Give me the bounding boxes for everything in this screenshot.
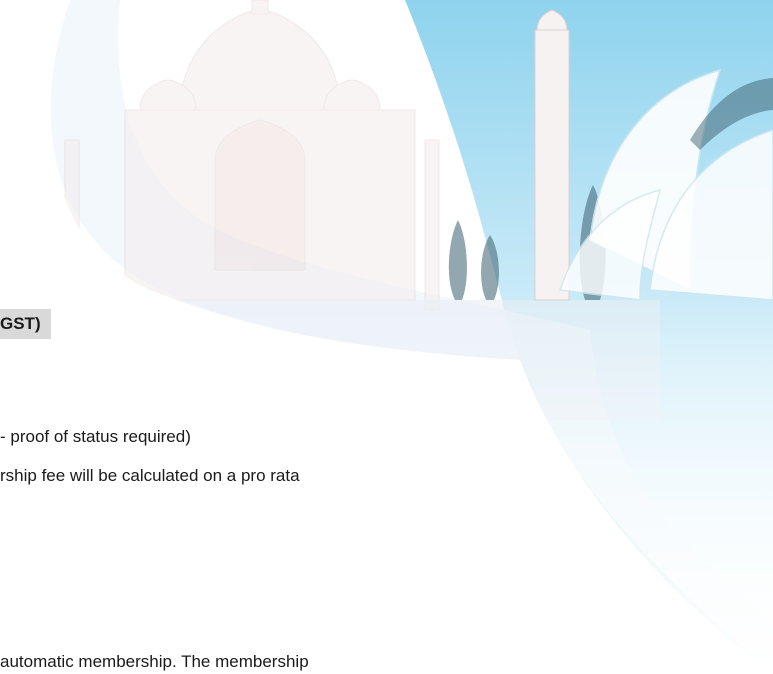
status-proof-line: - proof of status required) <box>0 427 191 446</box>
document-text: GST) - proof of status required) rship f… <box>0 0 773 674</box>
pro-rata-line: rship fee will be calculated on a pro ra… <box>0 466 300 485</box>
automatic-membership-line: automatic membership. The membership <box>0 652 309 671</box>
fee-heading: GST) <box>0 309 51 339</box>
